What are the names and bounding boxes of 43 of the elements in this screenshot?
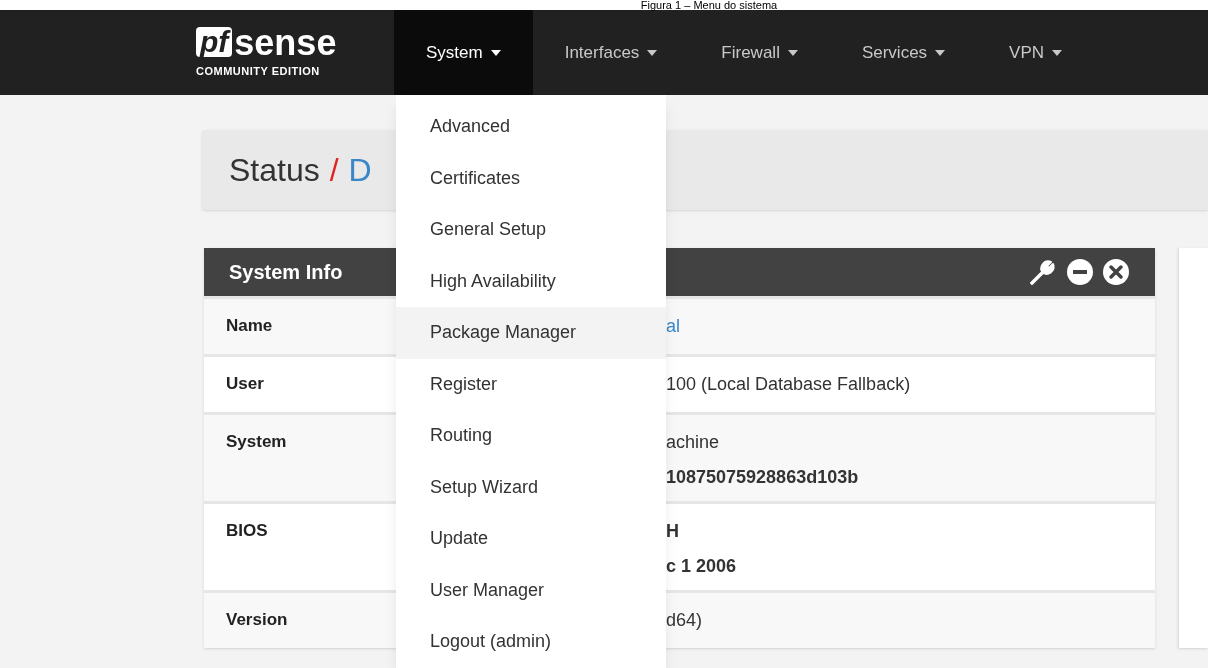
row-label: User <box>226 373 264 395</box>
close-icon[interactable] <box>1102 258 1130 286</box>
breadcrumb-separator: / <box>329 151 339 190</box>
row-value: d64) <box>666 609 704 632</box>
row-value: 10875075928863d103b <box>666 466 860 489</box>
menu-item[interactable]: General Setup <box>396 204 666 256</box>
caret-icon <box>490 49 501 56</box>
value-link[interactable]: al <box>666 313 1155 340</box>
caret-icon <box>935 49 946 56</box>
nav-menu[interactable]: Firewall <box>689 10 830 95</box>
logo-edition: COMMUNITY EDITION <box>196 64 321 80</box>
row-value: achine <box>666 431 721 454</box>
menu-item[interactable]: Certificates <box>396 152 666 204</box>
caret-icon <box>647 49 658 56</box>
row-value: c 1 2006 <box>666 555 738 578</box>
menu-item[interactable]: High Availability <box>396 255 666 307</box>
settings-icon[interactable] <box>1028 257 1058 287</box>
row-label: Version <box>226 609 288 631</box>
nav-menu[interactable]: VPN <box>977 10 1095 95</box>
minimize-icon[interactable] <box>1066 258 1094 286</box>
caret-icon <box>1052 49 1063 56</box>
figure-caption: Figura 1 – Menu do sistema <box>640 0 778 10</box>
caret-icon <box>787 49 798 56</box>
breadcrumb-link[interactable]: Status <box>229 146 320 194</box>
menu-item[interactable]: Register <box>396 358 666 410</box>
row-label: BIOS <box>226 520 268 542</box>
menu-item[interactable]: Package Manager <box>396 307 666 359</box>
nav-menu[interactable]: System <box>394 10 533 95</box>
menu-item[interactable]: Logout (admin) <box>396 616 666 668</box>
nav-menu[interactable]: Interfaces <box>532 10 690 95</box>
menu-item[interactable]: User Manager <box>396 564 666 616</box>
nav-menu[interactable]: Services <box>829 10 978 95</box>
menu-item[interactable]: Update <box>396 513 666 565</box>
row-value: 100 (Local Database Fallback) <box>666 373 912 396</box>
logo-wordmark: sense <box>234 25 337 62</box>
row-label: Name <box>226 315 273 337</box>
logo-mark: pf <box>196 27 233 58</box>
row-label: System <box>226 431 287 453</box>
menu-item[interactable]: Advanced <box>396 101 666 153</box>
row-value: H <box>666 520 680 543</box>
panel-title: System Info <box>229 260 343 285</box>
menu-item[interactable]: Setup Wizard <box>396 461 666 513</box>
menu-item[interactable]: Routing <box>396 410 666 462</box>
